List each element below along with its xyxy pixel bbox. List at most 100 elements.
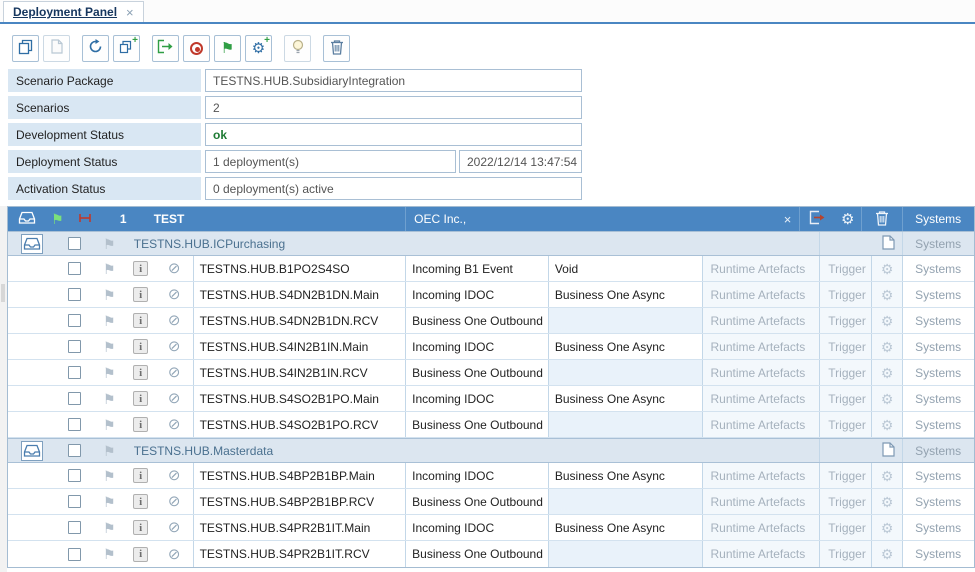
row-checkbox[interactable] xyxy=(68,548,81,561)
tab-deployment-panel[interactable]: Deployment Panel × xyxy=(3,1,144,22)
info-icon[interactable]: i xyxy=(133,468,148,483)
development-status-field[interactable]: ok xyxy=(205,123,582,146)
row-checkbox[interactable] xyxy=(68,418,81,431)
runtime-artefacts-link[interactable]: Runtime Artefacts xyxy=(702,463,820,488)
splitter-handle[interactable] xyxy=(1,284,5,302)
systems-link[interactable]: Systems xyxy=(902,541,974,567)
delete-button[interactable] xyxy=(323,35,350,62)
refresh-button[interactable] xyxy=(82,35,109,62)
systems-link[interactable]: Systems xyxy=(902,463,974,488)
deployment-timestamp-field[interactable]: 2022/12/14 13:47:54 xyxy=(459,150,582,173)
close-icon[interactable]: × xyxy=(784,212,792,227)
deactivate-icon[interactable]: ⊘ xyxy=(168,261,181,276)
deployment-status-field[interactable]: 1 deployment(s) xyxy=(205,150,456,173)
group-systems-link[interactable]: Systems xyxy=(902,439,974,462)
info-icon[interactable]: i xyxy=(133,287,148,302)
trigger-link[interactable]: Trigger xyxy=(819,489,871,514)
runtime-artefacts-link[interactable]: Runtime Artefacts xyxy=(702,334,820,359)
systems-link[interactable]: Systems xyxy=(902,386,974,411)
deploy-icon[interactable] xyxy=(808,210,827,228)
scenarios-field[interactable]: 2 xyxy=(205,96,582,119)
scenario-package-header[interactable]: TEST xyxy=(146,207,405,231)
systems-header-link[interactable]: Systems xyxy=(902,207,974,231)
row-checkbox[interactable] xyxy=(68,262,81,275)
systems-link[interactable]: Systems xyxy=(902,489,974,514)
info-icon[interactable]: i xyxy=(133,520,148,535)
trigger-link[interactable]: Trigger xyxy=(819,515,871,540)
deactivate-icon[interactable]: ⊘ xyxy=(168,313,181,328)
activation-status-field[interactable]: 0 deployment(s) active xyxy=(205,177,582,200)
systems-link[interactable]: Systems xyxy=(902,256,974,281)
document-icon[interactable] xyxy=(882,235,895,253)
scenario-icon[interactable] xyxy=(21,234,43,254)
close-icon[interactable]: × xyxy=(126,6,134,19)
runtime-artefacts-link[interactable]: Runtime Artefacts xyxy=(702,256,820,281)
trigger-link[interactable]: Trigger xyxy=(819,463,871,488)
runtime-artefacts-link[interactable]: Runtime Artefacts xyxy=(702,360,820,385)
trash-icon[interactable] xyxy=(875,210,889,229)
row-checkbox[interactable] xyxy=(68,314,81,327)
flag-button[interactable]: ⚑ xyxy=(214,35,241,62)
info-icon[interactable]: i xyxy=(133,417,148,432)
runtime-artefacts-link[interactable]: Runtime Artefacts xyxy=(702,541,820,567)
process-settings-button[interactable]: ⚙ + xyxy=(245,35,272,62)
info-icon[interactable]: i xyxy=(133,261,148,276)
systems-link[interactable]: Systems xyxy=(902,515,974,540)
systems-link[interactable]: Systems xyxy=(902,308,974,333)
systems-link[interactable]: Systems xyxy=(902,360,974,385)
scenario-tray-icon[interactable] xyxy=(18,210,36,228)
row-checkbox[interactable] xyxy=(68,366,81,379)
deactivate-icon[interactable]: ⊘ xyxy=(168,494,181,509)
trigger-link[interactable]: Trigger xyxy=(819,541,871,567)
runtime-artefacts-link[interactable]: Runtime Artefacts xyxy=(702,282,820,307)
flag-icon[interactable]: ⚑ xyxy=(51,212,64,226)
systems-link[interactable]: Systems xyxy=(902,412,974,437)
row-checkbox[interactable] xyxy=(68,340,81,353)
trigger-link[interactable]: Trigger xyxy=(819,386,871,411)
deactivate-icon[interactable]: ⊘ xyxy=(168,417,181,432)
runtime-artefacts-link[interactable]: Runtime Artefacts xyxy=(702,489,820,514)
document-icon[interactable] xyxy=(882,442,895,460)
trigger-link[interactable]: Trigger xyxy=(819,360,871,385)
copy-button[interactable] xyxy=(12,35,39,62)
deactivate-icon[interactable]: ⊘ xyxy=(168,391,181,406)
group-systems-link[interactable]: Systems xyxy=(902,232,974,255)
trigger-link[interactable]: Trigger xyxy=(819,412,871,437)
runtime-artefacts-link[interactable]: Runtime Artefacts xyxy=(702,308,820,333)
deactivate-icon[interactable]: ⊘ xyxy=(168,287,181,302)
info-icon[interactable]: i xyxy=(133,339,148,354)
row-checkbox[interactable] xyxy=(68,521,81,534)
row-checkbox[interactable] xyxy=(68,392,81,405)
marker-icon[interactable] xyxy=(78,212,92,226)
target-system-header[interactable]: OEC Inc., × xyxy=(405,207,799,231)
systems-link[interactable]: Systems xyxy=(902,334,974,359)
gear-icon[interactable]: ⚙ xyxy=(841,212,854,227)
info-icon[interactable]: i xyxy=(133,547,148,562)
row-checkbox[interactable] xyxy=(68,495,81,508)
row-checkbox[interactable] xyxy=(68,288,81,301)
runtime-artefacts-link[interactable]: Runtime Artefacts xyxy=(702,386,820,411)
row-checkbox[interactable] xyxy=(68,469,81,482)
scenario-package-field[interactable]: TESTNS.HUB.SubsidiaryIntegration xyxy=(205,69,582,92)
group-checkbox[interactable] xyxy=(68,444,81,457)
runtime-artefacts-link[interactable]: Runtime Artefacts xyxy=(702,515,820,540)
info-icon[interactable]: i xyxy=(133,391,148,406)
systems-link[interactable]: Systems xyxy=(902,282,974,307)
trigger-link[interactable]: Trigger xyxy=(819,282,871,307)
trigger-link[interactable]: Trigger xyxy=(819,256,871,281)
splitter-strip[interactable] xyxy=(0,206,7,572)
record-button[interactable] xyxy=(183,35,210,62)
deactivate-icon[interactable]: ⊘ xyxy=(168,468,181,483)
deactivate-icon[interactable]: ⊘ xyxy=(168,339,181,354)
refresh-add-button[interactable]: + xyxy=(113,35,140,62)
trigger-link[interactable]: Trigger xyxy=(819,308,871,333)
scenario-icon[interactable] xyxy=(21,441,43,461)
group-checkbox[interactable] xyxy=(68,237,81,250)
runtime-artefacts-link[interactable]: Runtime Artefacts xyxy=(702,412,820,437)
export-button[interactable] xyxy=(152,35,179,62)
info-icon[interactable]: i xyxy=(133,313,148,328)
info-icon[interactable]: i xyxy=(133,365,148,380)
trigger-link[interactable]: Trigger xyxy=(819,334,871,359)
deactivate-icon[interactable]: ⊘ xyxy=(168,547,181,562)
deactivate-icon[interactable]: ⊘ xyxy=(168,365,181,380)
